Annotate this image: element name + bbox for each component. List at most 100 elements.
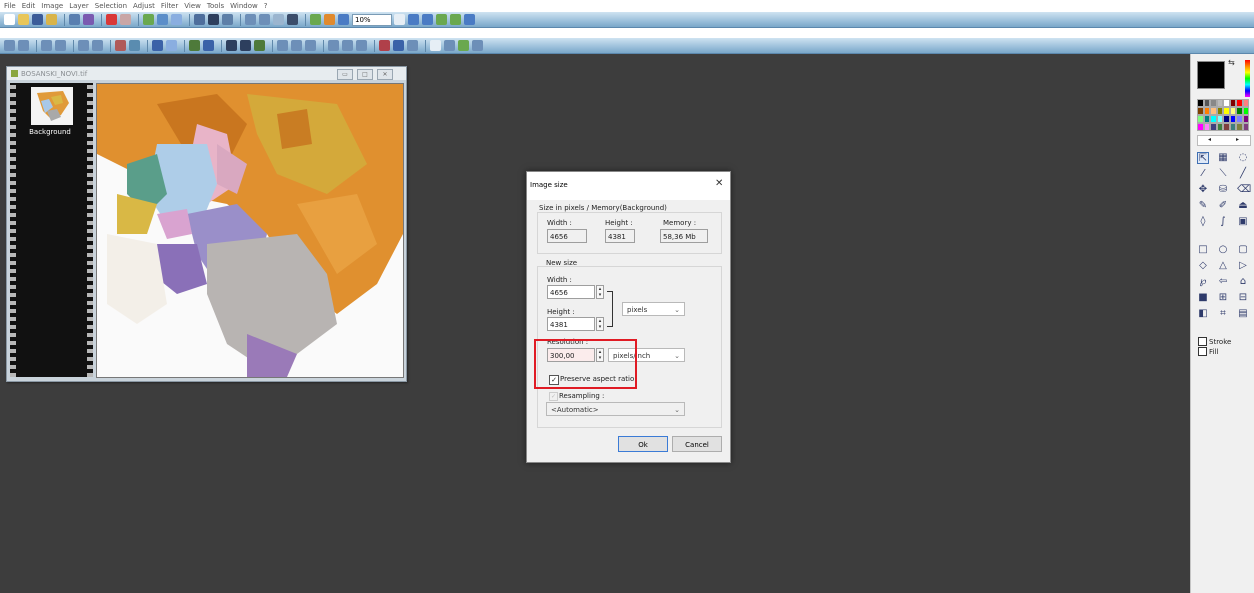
menu-image[interactable]: Image — [41, 2, 63, 10]
open-folder-icon[interactable] — [18, 14, 29, 25]
menu-window[interactable]: Window — [230, 2, 258, 10]
foreground-color-swatch[interactable] — [1197, 61, 1225, 89]
print-icon[interactable] — [69, 14, 80, 25]
minimize-button[interactable]: ▭ — [337, 69, 353, 80]
adjust-icon[interactable] — [4, 40, 15, 51]
rotate-right-icon[interactable] — [259, 14, 270, 25]
size-unit-select[interactable]: pixels ⌄ — [622, 302, 685, 316]
close-icon[interactable]: ✕ — [715, 178, 723, 189]
adjust-icon[interactable] — [203, 40, 214, 51]
shape-folder-icon[interactable]: ⌂ — [1237, 276, 1249, 288]
ellipse-tool-icon[interactable]: ○ — [1217, 244, 1229, 256]
new-file-icon[interactable] — [4, 14, 15, 25]
new-width-input[interactable]: 4656 — [547, 285, 595, 299]
menu-help[interactable]: ? — [264, 2, 268, 10]
palette-navigation[interactable]: ◂ ▸ — [1197, 135, 1251, 146]
fit-window-icon[interactable] — [338, 14, 349, 25]
rotate-left-icon[interactable] — [245, 14, 256, 25]
fill-rect-tool-icon[interactable]: ■ — [1197, 292, 1209, 304]
move-tool-icon[interactable]: ✥ — [1197, 184, 1209, 196]
adjust-icon[interactable] — [379, 40, 390, 51]
rounded-rect-tool-icon[interactable]: ▢ — [1237, 244, 1249, 256]
fullscreen-icon[interactable] — [464, 14, 475, 25]
adjust-icon[interactable] — [407, 40, 418, 51]
zoom-in-icon[interactable] — [408, 14, 419, 25]
adjust-icon[interactable] — [458, 40, 469, 51]
ok-button[interactable]: Ok — [618, 436, 668, 452]
lasso-tool-icon[interactable]: ◌ — [1237, 152, 1249, 164]
bucket-tool-icon[interactable]: ⛁ — [1217, 184, 1229, 196]
resampling-select[interactable]: <Automatic> ⌄ — [546, 402, 685, 416]
save-as-icon[interactable] — [46, 14, 57, 25]
adjust-icon[interactable] — [291, 40, 302, 51]
adjust-icon[interactable] — [342, 40, 353, 51]
palette-next-icon[interactable]: ▸ — [1236, 136, 1239, 143]
freeform-tool-icon[interactable]: ℘ — [1197, 276, 1209, 288]
frame-tool-icon[interactable]: ⊞ — [1217, 292, 1229, 304]
menu-layer[interactable]: Layer — [69, 2, 89, 10]
width-spinner[interactable]: ▴ ▾ — [596, 285, 604, 299]
marquee-tool-icon[interactable]: ▦ — [1217, 152, 1229, 164]
fill-icon[interactable] — [324, 14, 335, 25]
fill-checkbox[interactable] — [1198, 347, 1207, 356]
rectangle-tool-icon[interactable]: □ — [1197, 244, 1209, 256]
adjust-icon[interactable] — [328, 40, 339, 51]
line-tool-icon[interactable]: ╱ — [1237, 168, 1249, 180]
eraser-tool-icon[interactable]: ⌫ — [1237, 184, 1251, 196]
adjust-icon[interactable] — [226, 40, 237, 51]
copy-icon[interactable] — [157, 14, 168, 25]
selection-icon[interactable] — [273, 14, 284, 25]
document-window[interactable]: BOSANSKI_NOVI.tif ▭ □ ✕ Background — [6, 66, 407, 382]
adjust-icon[interactable] — [305, 40, 316, 51]
drop-tool-icon[interactable]: ◊ — [1197, 216, 1209, 228]
zoom-out-icon[interactable] — [422, 14, 433, 25]
fill-option[interactable]: Fill — [1198, 347, 1218, 356]
color-palette[interactable] — [1197, 99, 1249, 131]
adjust-icon[interactable] — [254, 40, 265, 51]
resize-icon[interactable] — [222, 14, 233, 25]
menu-edit[interactable]: Edit — [22, 2, 36, 10]
adjust-icon[interactable] — [115, 40, 126, 51]
zoom-dropdown-icon[interactable] — [394, 14, 405, 25]
fit-width-icon[interactable] — [436, 14, 447, 25]
menu-tools[interactable]: Tools — [207, 2, 224, 10]
adjust-icon[interactable] — [55, 40, 66, 51]
grid-tool-icon[interactable]: ⊟ — [1237, 292, 1249, 304]
arrow-shape-tool-icon[interactable]: ⇦ — [1217, 276, 1229, 288]
pencil-tool-icon[interactable]: ✎ — [1197, 200, 1209, 212]
adjust-icon[interactable] — [152, 40, 163, 51]
hue-slider[interactable] — [1245, 60, 1250, 97]
diamond-tool-icon[interactable]: ◇ — [1197, 260, 1209, 272]
menu-view[interactable]: View — [184, 2, 201, 10]
magic-wand-tool-icon[interactable]: ⟍ — [1217, 168, 1229, 180]
panel-tool-icon[interactable]: ▤ — [1237, 308, 1249, 320]
layer-thumbnail[interactable] — [31, 87, 73, 125]
right-triangle-tool-icon[interactable]: ▷ — [1237, 260, 1249, 272]
adjust-icon[interactable] — [18, 40, 29, 51]
smudge-tool-icon[interactable]: ∫ — [1217, 216, 1229, 228]
dialog-titlebar[interactable]: Image size ✕ — [527, 172, 730, 200]
crop-icon[interactable] — [194, 14, 205, 25]
adjust-icon[interactable] — [444, 40, 455, 51]
adjust-icon[interactable] — [240, 40, 251, 51]
adjust-icon[interactable] — [430, 40, 441, 51]
adjust-icon[interactable] — [277, 40, 288, 51]
image-tool-icon[interactable]: ▣ — [1237, 216, 1249, 228]
adjust-icon[interactable] — [129, 40, 140, 51]
resampling-checkbox[interactable]: ✓ — [549, 392, 558, 401]
pointer-tool-icon[interactable]: ⇱ — [1197, 152, 1209, 164]
menu-adjust[interactable]: Adjust — [133, 2, 155, 10]
zoom-combobox[interactable]: 10% — [352, 13, 392, 26]
adjust-icon[interactable] — [393, 40, 404, 51]
palette-prev-icon[interactable]: ◂ — [1208, 136, 1211, 143]
print-preview-icon[interactable] — [83, 14, 94, 25]
save-icon[interactable] — [32, 14, 43, 25]
adjust-icon[interactable] — [92, 40, 103, 51]
fit-height-icon[interactable] — [450, 14, 461, 25]
adjust-icon[interactable] — [189, 40, 200, 51]
adjust-icon[interactable] — [78, 40, 89, 51]
paste-icon[interactable] — [171, 14, 182, 25]
adjust-icon[interactable] — [166, 40, 177, 51]
cancel-button[interactable]: Cancel — [672, 436, 722, 452]
text-icon[interactable] — [287, 14, 298, 25]
